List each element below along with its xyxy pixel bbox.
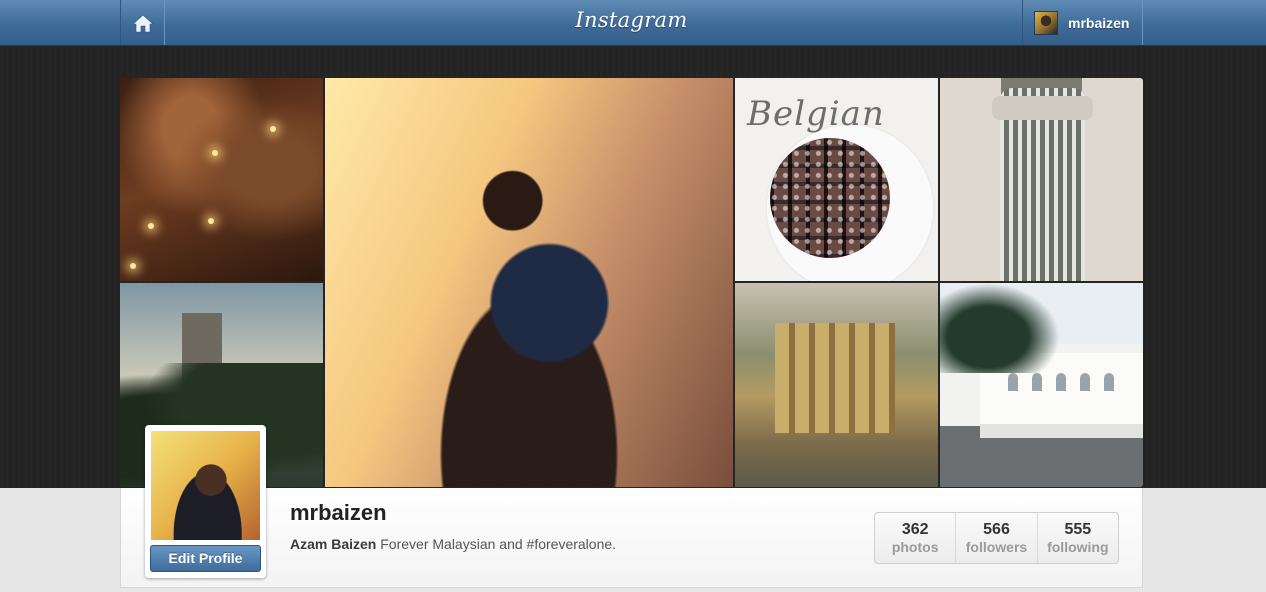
stat-label: followers — [965, 539, 1028, 555]
photo-tower[interactable] — [940, 78, 1143, 281]
photo-ruins[interactable] — [735, 283, 938, 487]
cave-light — [148, 223, 154, 229]
profile-full-name: Azam Baizen — [290, 536, 377, 552]
window — [1080, 373, 1090, 391]
photo-caption: Belgian — [747, 94, 885, 134]
waffle-sugar — [770, 138, 890, 258]
profile-bio-text: Forever Malaysian and #foreveralone. — [380, 536, 617, 552]
instagram-logo[interactable]: Instagram — [120, 8, 1143, 32]
photo-waffle[interactable]: Belgian — [735, 78, 938, 281]
stat-photos[interactable]: 362 photos — [875, 513, 957, 563]
window — [1008, 373, 1018, 391]
profile-avatar-card: Edit Profile — [145, 425, 266, 578]
cave-light — [270, 126, 276, 132]
edit-profile-button[interactable]: Edit Profile — [150, 545, 261, 572]
cave-light — [212, 150, 218, 156]
tree — [940, 283, 1060, 373]
cave-light — [130, 263, 136, 269]
photo-cafe-portrait[interactable] — [325, 78, 733, 487]
profile-avatar[interactable] — [151, 431, 260, 540]
window — [1104, 373, 1114, 391]
tower-band — [992, 96, 1093, 120]
stat-count: 555 — [1064, 521, 1092, 538]
photo-cave[interactable] — [120, 78, 323, 281]
stat-count: 362 — [901, 521, 929, 538]
window — [1056, 373, 1066, 391]
ruins-building — [775, 323, 895, 433]
photo-colonial-building[interactable] — [940, 283, 1143, 487]
user-avatar — [1034, 10, 1058, 35]
stat-label: photos — [891, 539, 939, 555]
stat-count: 566 — [983, 521, 1010, 538]
stat-followers[interactable]: 566 followers — [956, 513, 1038, 563]
cave-light — [208, 218, 214, 224]
user-menu[interactable]: mrbaizen — [1022, 0, 1143, 45]
stat-label: following — [1047, 539, 1109, 555]
profile-bio: Azam Baizen Forever Malaysian and #forev… — [290, 536, 616, 552]
profile-username: mrbaizen — [290, 500, 387, 525]
top-bar-inner: Instagram mrbaizen — [120, 0, 1143, 45]
stat-following[interactable]: 555 following — [1038, 513, 1118, 563]
user-menu-username: mrbaizen — [1068, 14, 1130, 31]
window — [1032, 373, 1042, 391]
profile-stats: 362 photos 566 followers 555 following — [874, 512, 1119, 564]
photo-grid: Belgian — [120, 78, 1143, 487]
top-bar: Instagram mrbaizen — [0, 0, 1266, 46]
